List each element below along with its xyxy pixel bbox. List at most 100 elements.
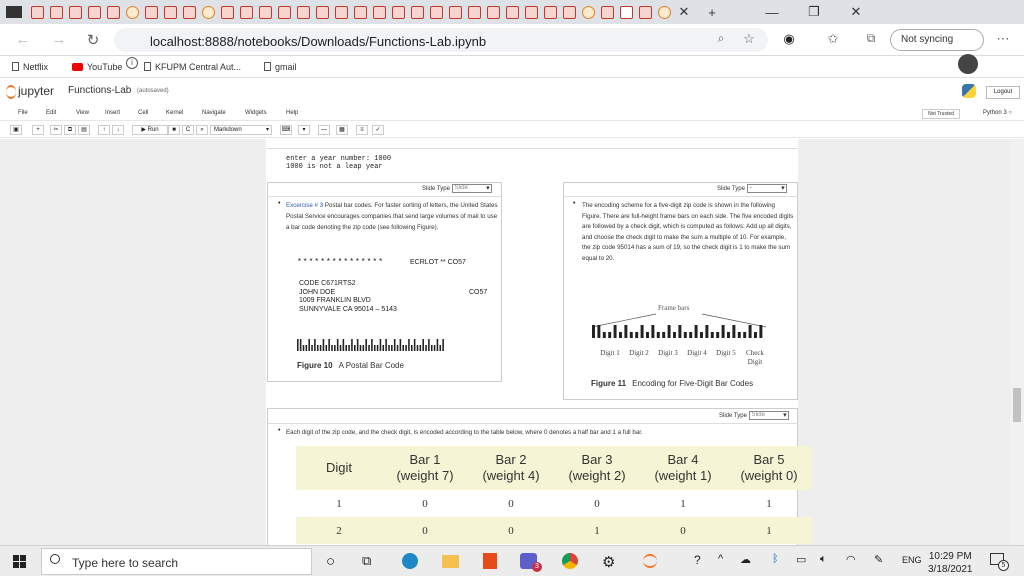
chart-icon[interactable]: ▦ — [336, 125, 348, 135]
slide-type-select[interactable]: Slide — [748, 411, 789, 420]
collections-icon[interactable]: ⧉ — [862, 31, 880, 46]
pen-icon[interactable]: ✎ — [874, 553, 883, 566]
tab-actions-icon[interactable] — [6, 6, 22, 18]
reload-icon[interactable]: ↻ — [84, 31, 102, 49]
sync-button[interactable]: Not syncing — [890, 29, 984, 51]
menu-insert[interactable]: Insert — [105, 110, 120, 116]
minimize-icon[interactable]: — — [762, 5, 782, 20]
insert-cell-icon[interactable]: + — [32, 125, 44, 135]
menu-kernel[interactable]: Kernel — [166, 110, 183, 116]
pdf-tab-icon[interactable] — [145, 5, 158, 19]
pdf-tab-icon[interactable] — [335, 5, 348, 19]
menu-navigate[interactable]: Navigate — [202, 110, 226, 116]
jupyter-logo[interactable]: jupyter — [18, 84, 54, 98]
pdf-tab-icon[interactable] — [449, 5, 462, 19]
pdf-tab-icon[interactable] — [107, 5, 120, 19]
minus-icon[interactable]: — — [318, 125, 330, 135]
scrollbar[interactable] — [1010, 139, 1024, 545]
pdf-tab-icon[interactable] — [164, 5, 177, 19]
list-icon[interactable]: ≡ — [356, 125, 368, 135]
pdf-tab-icon[interactable] — [221, 5, 234, 19]
move-down-icon[interactable]: ↓ — [112, 125, 124, 135]
pdf-tab-icon[interactable] — [183, 5, 196, 19]
menu-cell[interactable]: Cell — [138, 110, 148, 116]
pdf-tab-icon[interactable] — [31, 5, 44, 19]
keyboard-icon[interactable]: ⌨ — [280, 125, 292, 135]
new-tab-icon[interactable]: + — [702, 5, 722, 20]
extension-icon[interactable]: ◉ — [780, 31, 798, 47]
stop-icon[interactable]: ■ — [168, 125, 180, 135]
wifi-icon[interactable]: ◠ — [846, 553, 856, 566]
pdf-tab-icon[interactable] — [240, 5, 253, 19]
trust-badge[interactable]: Not Trusted — [922, 109, 960, 119]
menu-file[interactable]: File — [18, 110, 28, 116]
move-up-icon[interactable]: ↑ — [98, 125, 110, 135]
pdf-tab-icon[interactable] — [563, 5, 576, 19]
office-icon[interactable] — [483, 553, 497, 569]
language-indicator[interactable]: ENG — [902, 555, 922, 565]
cell-type-select[interactable]: Markdown ▾ — [210, 125, 272, 135]
menu-view[interactable]: View — [76, 110, 89, 116]
pdf-tab-icon[interactable] — [411, 5, 424, 19]
pdf-tab-icon[interactable] — [544, 5, 557, 19]
taskbar-clock[interactable]: 10:29 PM 3/18/2021 — [928, 550, 973, 576]
restart-run-icon[interactable]: » — [196, 125, 208, 135]
check-icon[interactable]: ✓ — [372, 125, 384, 135]
settings-gear-icon[interactable]: ⚙ — [602, 553, 615, 571]
pdf-tab-icon[interactable] — [354, 5, 367, 19]
pdf-tab-icon[interactable] — [297, 5, 310, 19]
pdf-tab-icon[interactable] — [316, 5, 329, 19]
favorites-icon[interactable]: ✩ — [824, 31, 842, 47]
logout-button[interactable]: Logout — [986, 86, 1020, 99]
bluetooth-icon[interactable]: ᛒ — [772, 553, 779, 565]
pdf-tab-icon[interactable] — [525, 5, 538, 19]
jupyter-tab-icon[interactable] — [658, 5, 671, 19]
back-icon[interactable]: ← — [14, 31, 32, 48]
run-button[interactable]: ▶ Run — [132, 125, 168, 135]
jupyter-taskbar-icon[interactable] — [643, 554, 657, 568]
bookmark-kfupm[interactable]: KFUPM Central Aut... — [144, 62, 241, 72]
jupyter-tab-icon[interactable] — [126, 5, 139, 19]
bookmark-star-icon[interactable]: ☆ — [740, 31, 758, 47]
pdf-tab-icon[interactable] — [392, 5, 405, 19]
pdf-tab-icon[interactable] — [506, 5, 519, 19]
menu-help[interactable]: Help — [286, 110, 298, 116]
pdf-tab-icon[interactable] — [259, 5, 272, 19]
help-icon[interactable]: ? — [694, 553, 701, 567]
cloud-icon[interactable]: ☁ — [740, 553, 751, 566]
scrollbar-thumb[interactable] — [1013, 388, 1021, 422]
pdf-tab-icon[interactable] — [601, 5, 614, 19]
taskbar-search-input[interactable]: Type here to search — [41, 548, 312, 575]
forward-icon[interactable]: → — [50, 31, 68, 48]
more-icon[interactable]: ⋯ — [994, 31, 1012, 47]
cut-icon[interactable]: ✂ — [50, 125, 62, 135]
battery-icon[interactable]: ▭ — [796, 553, 806, 566]
bookmark-gmail[interactable]: gmail — [264, 62, 297, 72]
restart-icon[interactable]: C — [182, 125, 194, 135]
pdf-tab-icon[interactable] — [487, 5, 500, 19]
pdf-tab-icon[interactable] — [639, 5, 652, 19]
restore-icon[interactable]: ❐ — [804, 4, 824, 20]
file-explorer-icon[interactable] — [442, 555, 459, 568]
chevron-up-icon[interactable]: ^ — [718, 553, 723, 565]
cortana-icon[interactable]: ○ — [326, 553, 335, 570]
jupyter-tab-icon[interactable] — [202, 5, 215, 19]
bookmark-netflix[interactable]: Netflix — [12, 62, 48, 72]
window-close-icon[interactable]: ✕ — [846, 4, 866, 20]
pdf-tab-icon[interactable] — [430, 5, 443, 19]
edge-icon[interactable] — [402, 553, 418, 569]
zoom-icon[interactable]: ⌕ — [712, 31, 730, 46]
volume-icon[interactable]: 🔈︎ — [820, 553, 827, 566]
chrome-icon[interactable] — [562, 553, 578, 569]
menu-edit[interactable]: Edit — [46, 110, 56, 116]
copy-icon[interactable]: ⧉ — [64, 125, 76, 135]
slide-type-select[interactable]: Slide — [451, 184, 492, 193]
paste-icon[interactable]: ▤ — [78, 125, 90, 135]
close-tab-icon[interactable]: ✕ — [674, 4, 694, 20]
jupyter-tab-icon[interactable] — [582, 5, 595, 19]
pdf-tab-icon[interactable] — [468, 5, 481, 19]
bookmark-youtube[interactable]: YouTube — [72, 62, 122, 72]
menu-widgets[interactable]: Widgets — [245, 110, 267, 116]
pdf-tab-icon[interactable] — [620, 5, 633, 19]
pdf-tab-icon[interactable] — [69, 5, 82, 19]
